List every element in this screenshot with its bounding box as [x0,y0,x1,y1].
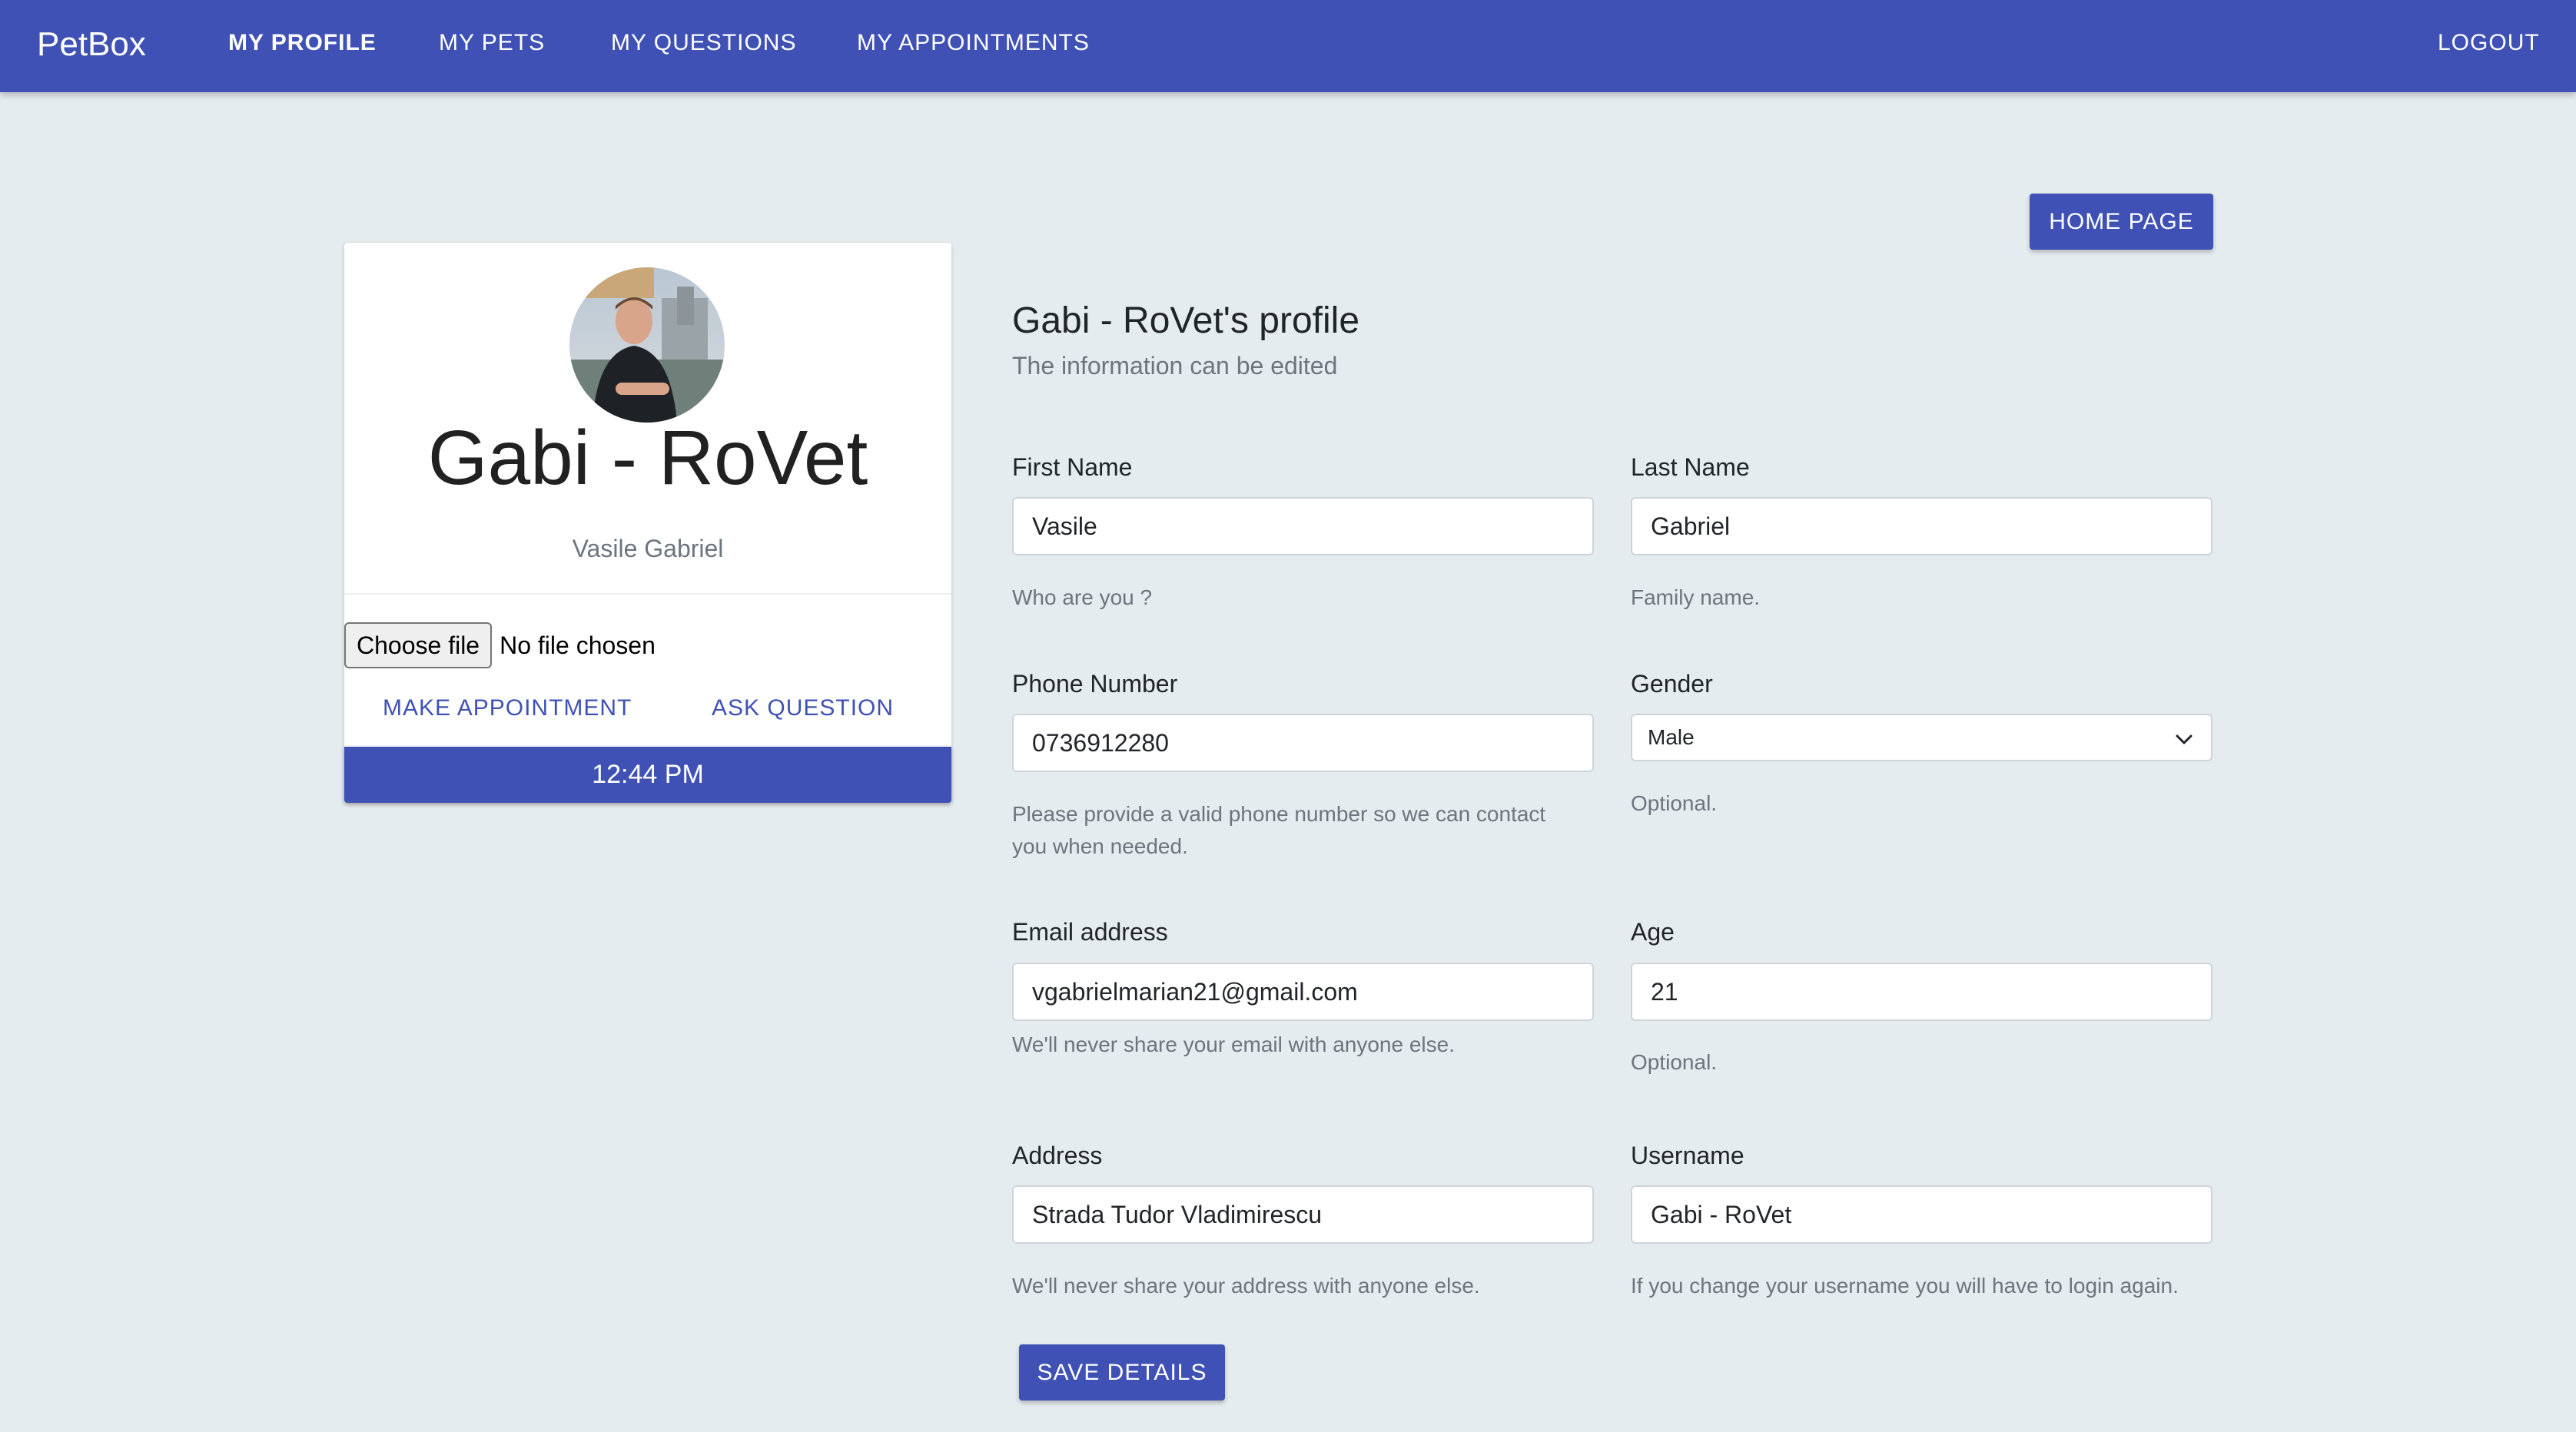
nav-my-questions[interactable]: MY QUESTIONS [611,29,796,57]
profile-display-name: Gabi - RoVet [427,415,868,501]
first-name-input[interactable]: Vasile [1012,497,1594,555]
age-label: Age [1631,918,1675,946]
last-name-label: Last Name [1631,453,1750,481]
top-navbar: PetBox MY PROFILE MY PETS MY QUESTIONS M… [0,0,2576,92]
nav-my-profile[interactable]: MY PROFILE [228,29,377,57]
choose-file-button[interactable]: Choose file [344,622,493,668]
nav-my-pets[interactable]: MY PETS [439,29,545,57]
nav-my-appointments[interactable]: MY APPOINTMENTS [857,29,1090,57]
address-label: Address [1012,1142,1103,1169]
avatar [569,267,725,423]
phone-input[interactable]: 0736912280 [1012,714,1594,772]
avatar-file-input: Choose file No file chosen [344,622,656,668]
chevron-down-icon [2176,734,2193,744]
email-help: We'll never share your email with anyone… [1012,1033,1455,1056]
gender-label: Gender [1631,670,1713,698]
username-help: If you change your username you will hav… [1631,1274,2179,1298]
file-status-text: No file chosen [500,631,656,659]
avatar-photo [569,267,725,423]
home-page-button[interactable]: HOME PAGE [2030,194,2213,250]
profile-subheading: The information can be edited [1012,352,1338,380]
brand-logo[interactable]: PetBox [37,25,146,65]
phone-help-line-2: you when needed. [1012,834,1188,858]
profile-card: Gabi - RoVet Vasile Gabriel Choose file … [344,243,951,803]
last-name-help: Family name. [1631,585,1761,609]
age-input[interactable]: 21 [1631,963,2213,1021]
username-label: Username [1631,1142,1744,1169]
card-divider [344,593,951,595]
gender-select[interactable]: Male [1631,714,2213,761]
first-name-help: Who are you ? [1012,585,1153,609]
username-input[interactable]: Gabi - RoVet [1631,1185,2213,1244]
profile-full-name: Vasile Gabriel [572,535,724,562]
save-details-button[interactable]: SAVE DETAILS [1019,1344,1225,1401]
ask-question-link[interactable]: ASK QUESTION [712,694,894,722]
phone-label: Phone Number [1012,670,1178,698]
logout-link[interactable]: LOGOUT [2438,29,2540,57]
make-appointment-link[interactable]: MAKE APPOINTMENT [383,694,632,722]
gender-selected-value: Male [1648,725,1695,749]
first-name-label: First Name [1012,453,1133,481]
address-input[interactable]: Strada Tudor Vladimirescu [1012,1185,1594,1244]
phone-help-line-1: Please provide a valid phone number so w… [1012,802,1546,826]
last-name-input[interactable]: Gabriel [1631,497,2213,555]
email-input[interactable]: vgabrielmarian21@gmail.com [1012,963,1594,1021]
gender-help: Optional. [1631,791,1718,815]
age-help: Optional. [1631,1050,1718,1074]
address-help: We'll never share your address with anyo… [1012,1274,1480,1298]
email-label: Email address [1012,918,1168,946]
profile-heading: Gabi - RoVet's profile [1012,300,1360,341]
current-time-bar: 12:44 PM [344,747,951,803]
